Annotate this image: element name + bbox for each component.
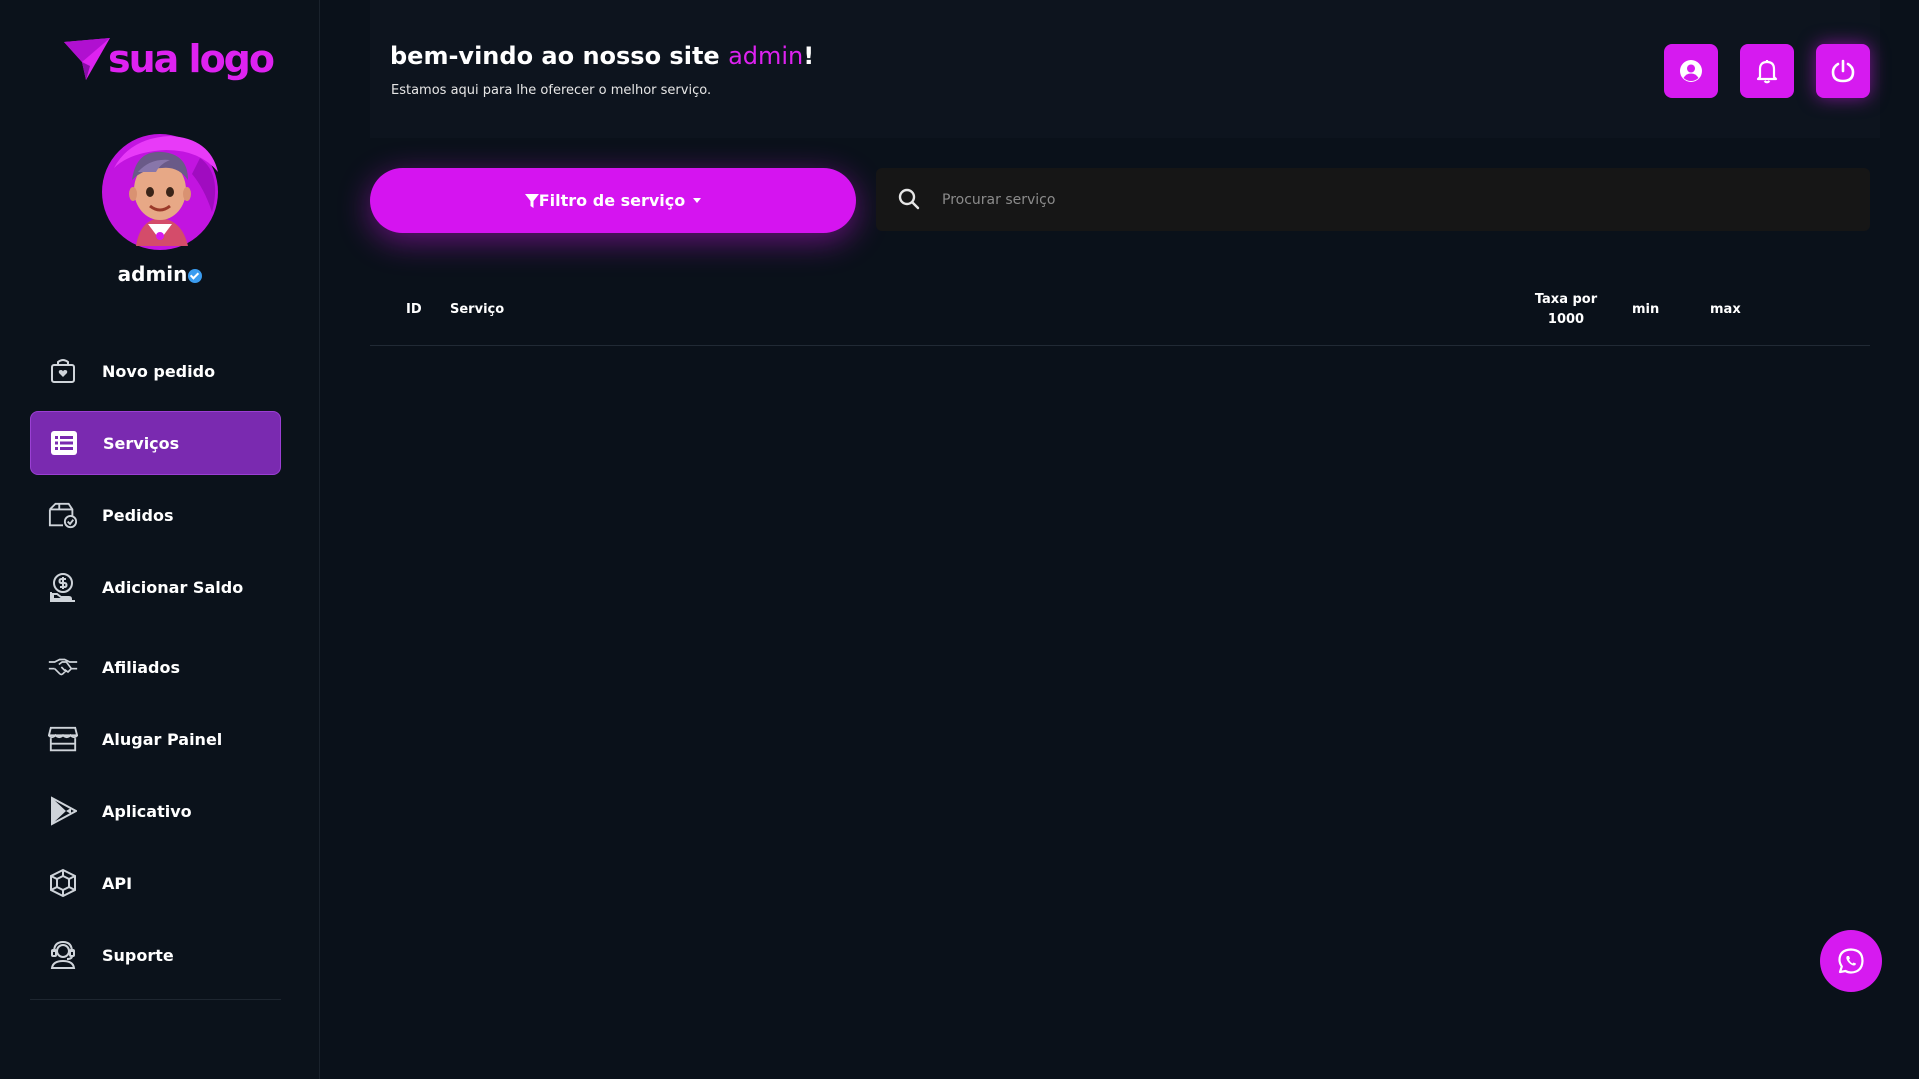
list-icon — [49, 428, 79, 458]
sidebar-item-novo-pedido[interactable]: Novo pedido — [30, 339, 281, 403]
sidebar-item-label: Adicionar Saldo — [102, 577, 244, 597]
bell-icon — [1756, 60, 1778, 84]
username-text: admin — [117, 262, 188, 286]
service-filter-button[interactable]: Filtro de serviço — [370, 168, 856, 233]
sidebar-item-label: Alugar Painel — [102, 729, 223, 749]
verified-badge-icon — [188, 269, 203, 283]
sidebar-item-label: Afiliados — [102, 657, 180, 677]
api-cube-icon — [48, 868, 78, 898]
store-icon — [48, 724, 78, 754]
column-rate: Taxa por 1000 — [1530, 290, 1602, 330]
search-icon — [898, 188, 920, 210]
sidebar-item-label: Novo pedido — [102, 361, 216, 381]
sidebar-item-label: Pedidos — [102, 505, 174, 525]
whatsapp-icon — [1838, 948, 1864, 974]
page-subtitle: Estamos aqui para lhe oferecer o melhor … — [391, 83, 712, 98]
service-filter-label: Filtro de serviço — [538, 191, 686, 210]
paper-plane-logo-icon — [64, 38, 110, 80]
sidebar-item-alugar-painel[interactable]: Alugar Painel — [30, 707, 281, 771]
sidebar-item-label: Aplicativo — [102, 801, 192, 821]
sidebar-item-label: Suporte — [102, 945, 174, 965]
page-title: bem-vindo ao nosso site admin! — [390, 42, 814, 70]
chevron-down-icon — [693, 198, 702, 203]
search-box — [876, 168, 1870, 231]
power-icon — [1831, 59, 1855, 83]
sidebar-item-afiliados[interactable]: Afiliados — [30, 635, 281, 699]
services-table-header: ID Serviço Taxa por 1000 min max — [370, 280, 1870, 346]
user-circle-icon — [1680, 60, 1702, 82]
sidebar-item-label: API — [102, 873, 133, 893]
whatsapp-button[interactable] — [1820, 930, 1882, 992]
filter-icon — [524, 193, 539, 208]
profile-button[interactable] — [1664, 44, 1718, 98]
play-store-icon — [48, 796, 78, 826]
sidebar-item-label: Serviços — [103, 433, 180, 453]
sidebar-item-servicos[interactable]: Serviços — [30, 411, 281, 475]
sidebar-item-pedidos[interactable]: Pedidos — [30, 483, 281, 547]
search-input[interactable] — [942, 168, 1842, 231]
package-check-icon — [48, 500, 78, 530]
shopping-bag-heart-icon — [48, 356, 78, 386]
sidebar: sua logo admin Novo pedido Serviços Pedi… — [0, 0, 320, 1079]
sidebar-item-aplicativo[interactable]: Aplicativo — [30, 779, 281, 843]
column-id: ID — [406, 302, 422, 317]
column-max: max — [1710, 302, 1741, 317]
avatar-image — [102, 134, 218, 250]
column-rate-line2: 1000 — [1547, 312, 1585, 327]
welcome-prefix: bem-vindo ao nosso site — [390, 42, 729, 70]
sidebar-item-api[interactable]: API — [30, 851, 281, 915]
welcome-suffix: ! — [803, 42, 815, 70]
money-hand-icon — [48, 572, 78, 602]
sidebar-item-suporte[interactable]: Suporte — [30, 923, 281, 987]
welcome-name: admin — [728, 42, 804, 70]
column-min: min — [1632, 302, 1660, 317]
sidebar-item-adicionar-saldo[interactable]: Adicionar Saldo — [30, 555, 281, 619]
column-rate-line1: Taxa por — [1534, 292, 1598, 307]
logo[interactable]: sua logo — [62, 36, 275, 82]
username: admin — [0, 262, 320, 286]
logo-text: sua logo — [108, 37, 275, 81]
handshake-icon — [48, 652, 78, 682]
support-agent-icon — [48, 940, 78, 970]
logout-button[interactable] — [1816, 44, 1870, 98]
avatar[interactable] — [100, 128, 224, 252]
column-service: Serviço — [450, 302, 505, 317]
sidebar-divider — [30, 999, 281, 1000]
notifications-button[interactable] — [1740, 44, 1794, 98]
